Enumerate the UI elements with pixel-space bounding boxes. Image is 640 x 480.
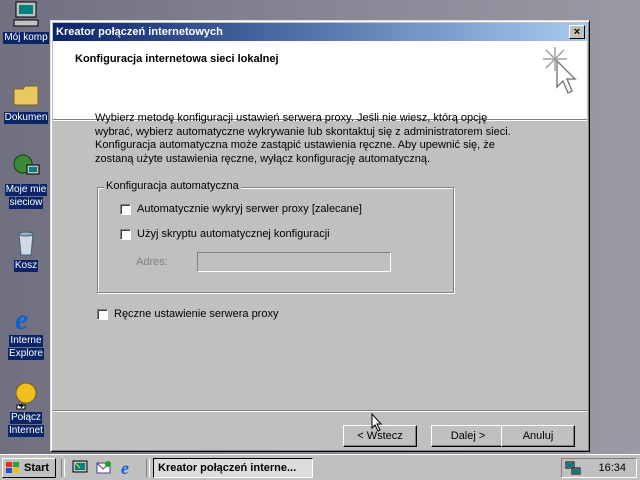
desktop-icon-internet-explorer[interactable]: e Interne Explore bbox=[0, 303, 52, 360]
system-tray: 16:34 bbox=[561, 458, 637, 478]
desktop-icon-label: Moje mie bbox=[4, 184, 48, 196]
taskbar-grip bbox=[61, 459, 65, 477]
network-connection-icon[interactable] bbox=[565, 461, 581, 475]
desktop-icon-network[interactable]: Moje mie sieciow bbox=[0, 152, 52, 209]
wizard-sparkle-cursor-icon bbox=[543, 47, 577, 95]
desktop-icon-recycle-bin[interactable]: Kosz bbox=[0, 228, 52, 272]
footer-divider bbox=[53, 410, 587, 411]
computer-icon bbox=[11, 0, 41, 30]
show-desktop-icon[interactable] bbox=[72, 459, 89, 476]
folder-icon bbox=[11, 80, 41, 110]
next-button[interactable]: Dalej > bbox=[431, 425, 505, 447]
mouse-cursor-icon bbox=[371, 413, 383, 432]
desktop-icon-my-computer[interactable]: Mój komp bbox=[0, 0, 52, 44]
address-label: Adres: bbox=[136, 256, 168, 268]
start-button[interactable]: Start bbox=[2, 458, 56, 478]
close-button[interactable]: × bbox=[569, 25, 585, 39]
desktop-icon-label: Interne bbox=[9, 335, 43, 347]
use-script-option[interactable]: Użyj skryptu automatycznej konfiguracji bbox=[120, 228, 330, 240]
taskbar-grip bbox=[146, 459, 150, 477]
windows-logo-icon bbox=[6, 462, 19, 473]
cancel-button[interactable]: Anuluj bbox=[501, 425, 575, 447]
use-script-checkbox[interactable] bbox=[120, 228, 131, 240]
description-text: Wybierz metodę konfiguracji ustawień ser… bbox=[95, 112, 511, 165]
outlook-express-icon[interactable] bbox=[96, 459, 113, 476]
dialog-title-bar[interactable]: Kreator połączeń internetowych × bbox=[53, 23, 587, 41]
wizard-header: Konfiguracja internetowa sieci lokalnej bbox=[53, 41, 587, 120]
svg-text:e: e bbox=[15, 303, 28, 333]
internet-explorer-icon[interactable]: e bbox=[120, 459, 137, 476]
auto-detect-label: Automatycznie wykryj serwer proxy [zalec… bbox=[137, 203, 362, 215]
dialog-title: Kreator połączeń internetowych bbox=[56, 26, 223, 38]
clock: 16:34 bbox=[598, 462, 626, 474]
recycle-bin-icon bbox=[11, 228, 41, 258]
desktop-icon-documents[interactable]: Dokumen bbox=[0, 80, 52, 124]
use-script-label: Użyj skryptu automatycznej konfiguracji bbox=[137, 228, 330, 240]
auto-detect-option[interactable]: Automatycznie wykryj serwer proxy [zalec… bbox=[120, 203, 362, 215]
manual-proxy-option[interactable]: Ręczne ustawienie serwera proxy bbox=[97, 308, 278, 320]
desktop-icon-connect-internet[interactable]: Połącz Internet bbox=[0, 380, 52, 437]
network-icon bbox=[11, 152, 41, 182]
auto-config-group: Konfiguracja automatyczna Automatycznie … bbox=[97, 180, 454, 293]
desktop-icon-label: Internet bbox=[8, 425, 44, 437]
page-title: Konfiguracja internetowa sieci lokalnej bbox=[75, 53, 279, 65]
taskbar: Start e Kreator połączeń interne... 16:3… bbox=[0, 454, 640, 480]
start-label: Start bbox=[24, 462, 50, 474]
desktop-icon-label: Mój komp bbox=[3, 32, 49, 44]
internet-explorer-icon: e bbox=[11, 303, 41, 336]
address-input bbox=[197, 252, 391, 272]
manual-proxy-label: Ręczne ustawienie serwera proxy bbox=[114, 308, 279, 320]
auto-config-group-label: Konfiguracja automatyczna bbox=[104, 180, 241, 192]
desktop-icon-label: Kosz bbox=[13, 260, 39, 272]
desktop-icon-label: Połącz bbox=[9, 412, 42, 424]
auto-detect-checkbox[interactable] bbox=[120, 203, 131, 215]
svg-text:e: e bbox=[121, 459, 129, 476]
taskbar-task-wizard[interactable]: Kreator połączeń interne... bbox=[153, 458, 313, 478]
desktop-icon-label: Dokumen bbox=[3, 112, 49, 124]
desktop-icon-label: Explore bbox=[8, 348, 44, 360]
wizard-dialog: Kreator połączeń internetowych × Konfigu… bbox=[50, 20, 590, 452]
manual-proxy-checkbox[interactable] bbox=[97, 308, 108, 320]
close-icon: × bbox=[573, 26, 581, 38]
connect-internet-icon bbox=[11, 380, 41, 410]
desktop-icon-label: sieciow bbox=[8, 197, 44, 209]
